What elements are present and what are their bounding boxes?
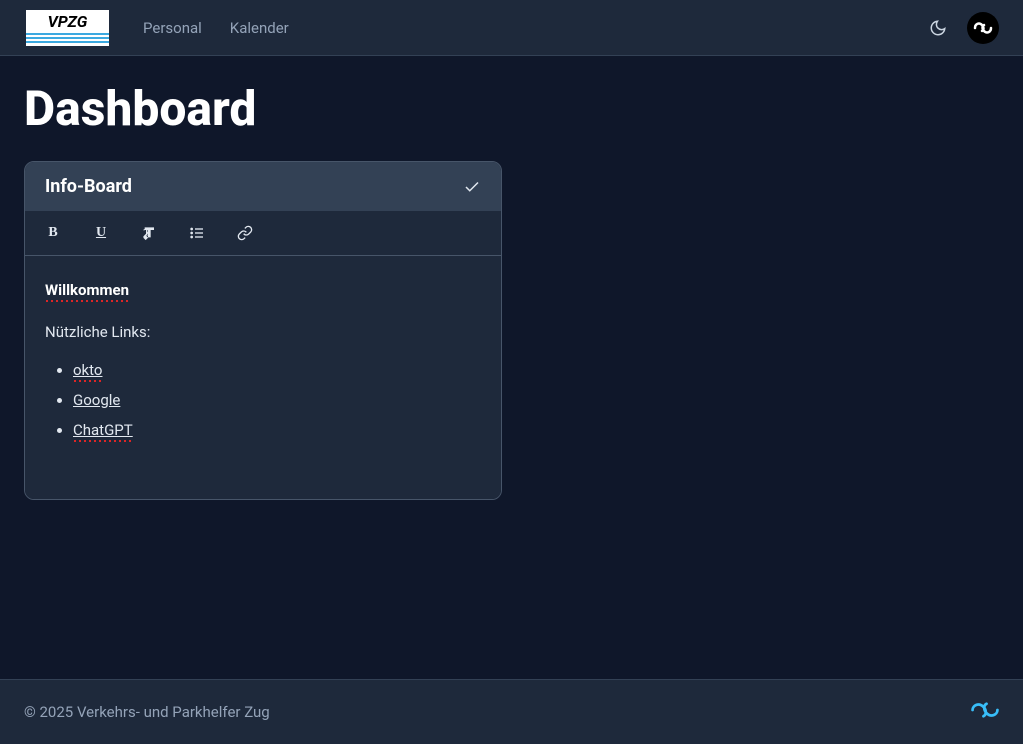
main-content: Dashboard Info-Board B U T: [0, 56, 1023, 679]
swirl-icon: [971, 16, 995, 40]
body-heading: Willkommen: [45, 281, 129, 299]
link-okto[interactable]: okto: [73, 361, 102, 379]
footer-text: © 2025 Verkehrs- und Parkhelfer Zug: [24, 703, 270, 721]
check-icon[interactable]: [463, 178, 481, 196]
link-google[interactable]: Google: [73, 391, 120, 409]
swirl-icon: [971, 700, 999, 724]
avatar[interactable]: [967, 12, 999, 44]
link-icon[interactable]: [237, 223, 253, 243]
logo-text: VPZG: [48, 12, 88, 31]
link-list: okto Google ChatGPT: [45, 361, 481, 439]
card-header: Info-Board: [25, 162, 501, 211]
list-item: ChatGPT: [73, 421, 481, 439]
navbar: VPZG Personal Kalender: [0, 0, 1023, 56]
footer: © 2025 Verkehrs- und Parkhelfer Zug: [0, 679, 1023, 744]
editor-toolbar: B U T: [25, 211, 501, 256]
moon-icon[interactable]: [929, 19, 947, 37]
nav-right: [929, 12, 999, 44]
card-title: Info-Board: [45, 176, 132, 197]
logo[interactable]: VPZG: [24, 8, 111, 48]
page-title: Dashboard: [24, 80, 999, 137]
link-chatgpt[interactable]: ChatGPT: [73, 421, 133, 439]
bold-icon[interactable]: B: [45, 223, 61, 243]
list-icon[interactable]: [189, 223, 205, 243]
underline-icon[interactable]: U: [93, 223, 109, 243]
clear-format-icon[interactable]: T: [141, 223, 157, 243]
list-item: Google: [73, 391, 481, 409]
nav-links: Personal Kalender: [143, 19, 289, 37]
body-subtext: Nützliche Links:: [45, 323, 481, 341]
list-item: okto: [73, 361, 481, 379]
card-body[interactable]: Willkommen Nützliche Links: okto Google …: [25, 256, 501, 499]
nav-link-kalender[interactable]: Kalender: [230, 19, 289, 37]
info-board-card: Info-Board B U T: [24, 161, 502, 500]
nav-link-personal[interactable]: Personal: [143, 19, 202, 37]
